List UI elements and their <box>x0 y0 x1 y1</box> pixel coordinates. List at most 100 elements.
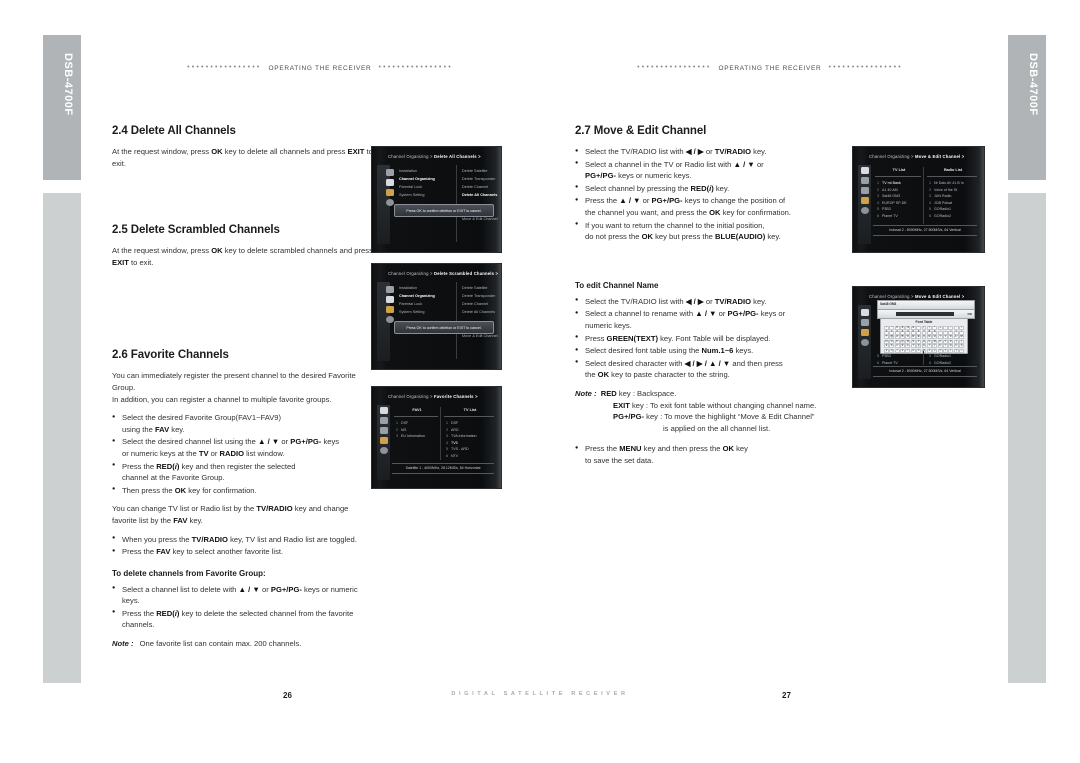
confirm-dialog-text: Press OK to confirm deletion or EXIT to … <box>406 208 482 213</box>
table-row: 2 MS <box>396 427 407 432</box>
font-cell[interactable]: l <box>943 344 948 349</box>
font-cell[interactable]: h <box>921 344 927 349</box>
font-cell[interactable]: E <box>916 335 922 340</box>
installation-icon <box>380 407 388 414</box>
note-line: PG+/PG- key : To move the highlight “Mov… <box>613 412 815 422</box>
option-item: Delete Channel <box>462 302 489 306</box>
font-cell[interactable]: g <box>916 344 922 349</box>
font-cell[interactable]: L <box>953 335 959 340</box>
menu-item: Installation <box>399 286 418 290</box>
section-2-6-bullets-2: When you press the TV/RADIO key, TV list… <box>112 533 374 558</box>
ok-button-label[interactable]: OK <box>968 312 973 316</box>
page-footer: 26 DIGITAL SATELLITE RECEIVER 27 <box>0 691 1080 705</box>
note-line: Note : RED key : Backspace. <box>575 388 677 398</box>
menu-item: System Setting <box>399 310 425 314</box>
footer-rule-top <box>873 366 977 367</box>
font-cell[interactable]: H <box>932 335 938 340</box>
font-cell[interactable]: K <box>948 335 954 340</box>
font-cell[interactable]: } <box>953 349 959 354</box>
font-cell[interactable]: d <box>900 344 905 349</box>
font-cell[interactable]: o <box>959 344 964 349</box>
font-cell[interactable]: G <box>926 335 932 340</box>
font-cell[interactable]: k <box>937 344 943 349</box>
font-cell[interactable]: u <box>910 349 916 354</box>
left-text-column: 2.4 Delete All Channels At the request w… <box>112 125 374 650</box>
option-item: Delete All Channels <box>462 310 496 314</box>
font-cell[interactable]: c <box>894 344 900 349</box>
font-cell[interactable]: M <box>959 335 964 340</box>
model-tab-left-bottom <box>43 193 81 683</box>
screen-divider <box>440 407 441 460</box>
table-row: 3 Sat48 GM3 <box>877 194 901 199</box>
screenshot-edit-channel-name: Channel Organizing > Move & Edit Channel… <box>852 286 985 388</box>
font-table-grid[interactable]: ! " # $ % & ' ( ) * + , - . / 0 1 2 3 4 <box>884 326 964 354</box>
list-item: Press the FAV key to select another favo… <box>112 546 374 558</box>
option-item: Delete Transponder <box>462 177 496 181</box>
font-cell[interactable]: n <box>953 344 959 349</box>
menu-item: System Setting <box>399 193 425 197</box>
system-setting-icon <box>861 207 869 214</box>
font-cell[interactable]: j <box>932 344 938 349</box>
table-row: 1 DSF <box>446 421 459 425</box>
list-item: Press the ▲ / ▼ or PG+/PG- keys to chang… <box>575 195 837 218</box>
option-item: Delete Transponder <box>462 294 496 298</box>
font-cell[interactable]: t <box>905 349 911 354</box>
list-item: Then press the OK key for confirmation. <box>112 484 374 497</box>
screen-menu-icons <box>386 169 399 209</box>
section-2-4-paragraph: At the request window, press OK key to d… <box>112 147 373 168</box>
parental-lock-icon <box>386 189 394 196</box>
screen-title: Channel Organizing > Move & Edit Channel… <box>869 294 964 299</box>
screen-menu-list: Installation Channel Organizing Parental… <box>399 284 455 316</box>
screen-title-current: Move & Edit Channel > <box>915 154 965 159</box>
note-line: EXIT key : To exit font table without ch… <box>613 400 817 410</box>
system-setting-icon <box>386 316 394 323</box>
channel-organizing-icon <box>861 177 869 184</box>
running-head-dots-right: •••••••••••••••• <box>637 64 712 71</box>
channel-organizing-icon <box>386 296 394 303</box>
font-cell[interactable]: F <box>921 335 927 340</box>
font-cell[interactable]: A <box>894 335 900 340</box>
channel-organizing-icon <box>861 319 869 326</box>
menu-item: Parental Lock <box>399 185 423 189</box>
font-cell[interactable]: m <box>948 344 954 349</box>
table-row: 5 GORadio1 <box>929 207 951 212</box>
transponder-info: Indosat 2 - 8000MHz, 27.500MS/s, 64 Vert… <box>889 228 961 232</box>
font-cell[interactable]: v <box>916 349 922 354</box>
font-cell[interactable]: C <box>905 335 911 340</box>
table-row: 2 A1 40 AM <box>877 187 898 192</box>
section-edit-name-note: Note : RED key : Backspace. EXIT key : T… <box>575 388 837 434</box>
font-cell[interactable]: ~ <box>959 349 964 354</box>
font-cell[interactable]: f <box>910 344 916 349</box>
font-cell[interactable]: B <box>900 335 905 340</box>
screenshot-favorite-channels: Channel Organizing > Favorite Channels >… <box>371 386 502 489</box>
screen-body: Channel Organizing > Delete Scrambled Ch… <box>372 264 501 369</box>
font-cell[interactable]: s <box>900 349 905 354</box>
screen-menu-list: Installation Channel Organizing Parental… <box>399 167 455 199</box>
channel-organizing-icon <box>386 179 394 186</box>
confirm-dialog-text: Press OK to confirm deletion or EXIT to … <box>406 325 482 330</box>
font-cell[interactable]: J <box>943 335 948 340</box>
list-item: Select desired font table using the Num.… <box>575 345 837 357</box>
font-cell[interactable]: e <box>905 344 911 349</box>
font-cell[interactable]: D <box>910 335 916 340</box>
font-cell[interactable]: ? <box>884 335 889 340</box>
name-edit-field[interactable] <box>896 312 954 316</box>
system-setting-icon <box>386 199 394 206</box>
menu-item: Installation <box>399 169 418 173</box>
font-cell[interactable]: a <box>884 344 889 349</box>
table-row: 5 P3B3 <box>877 354 891 358</box>
model-tab-right-top: DSB-4700F <box>1008 35 1046 180</box>
font-cell[interactable]: b <box>889 344 895 349</box>
section-heading-2-4: 2.4 Delete All Channels <box>112 125 236 137</box>
font-table-title: Font Table <box>915 320 933 324</box>
table-row: 2 Voice of the St <box>929 187 958 192</box>
section-edit-name-bullets-after-note: Press the MENU key and then press the OK… <box>575 443 837 466</box>
screen-title-current: Favorite Channels > <box>434 394 478 399</box>
font-cell[interactable]: i <box>926 344 932 349</box>
font-cell[interactable]: @ <box>889 335 895 340</box>
font-cell[interactable]: I <box>937 335 943 340</box>
subheading-delete-from-favorite: To delete channels from Favorite Group: <box>112 568 266 578</box>
running-head-dots-right-2: •••••••••••••••• <box>828 64 903 71</box>
table-row: 3 JUN Radio <box>929 194 952 199</box>
screen-title-current: Move & Edit Channel > <box>915 294 965 299</box>
